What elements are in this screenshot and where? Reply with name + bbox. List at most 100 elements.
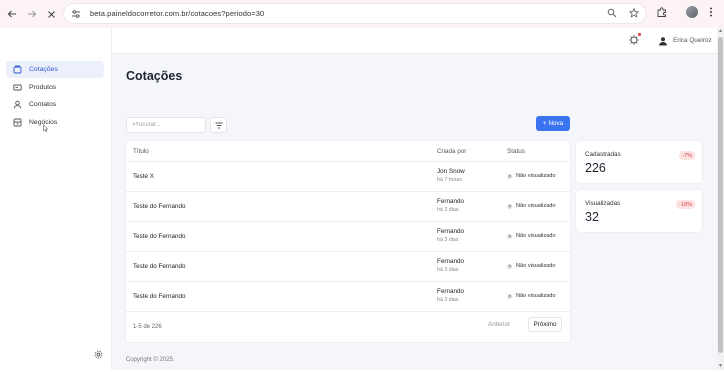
stat-card-cadastradas: Cadastradas 226 -7% (576, 141, 702, 183)
created-time: há 3 dias (437, 237, 459, 243)
stat-change-badge: -7% (679, 151, 695, 160)
scroll-up-icon[interactable]: ▲ (718, 29, 723, 34)
address-bar[interactable]: beta.paineldocorretor.com.br/cotacoes?pe… (64, 4, 646, 23)
quotes-icon (13, 65, 22, 74)
stat-card-visualizadas: Visualizadas 32 -18% (576, 190, 702, 232)
creator-name: Fernando (437, 258, 464, 265)
filter-button[interactable] (210, 117, 227, 133)
user-icon (657, 35, 668, 46)
row-title: Teste X (133, 173, 154, 180)
status-badge: Não visualizado (507, 233, 556, 239)
page-scrollbar[interactable]: ▲ ▼ (717, 28, 724, 370)
quotes-table: Título Criada por Status Teste X Jon Sno… (126, 141, 570, 342)
user-name: Erica Queiroz (673, 37, 712, 44)
stat-label: Visualizadas (585, 200, 621, 207)
column-header-title[interactable]: Título (133, 148, 149, 155)
sidebar-item-produtos[interactable]: Produtos (6, 79, 104, 96)
browser-menu-button[interactable] (708, 6, 714, 18)
sidebar-item-label: Produtos (29, 83, 57, 91)
status-label: Não visualizado (516, 173, 556, 179)
next-page-button[interactable]: Próximo (528, 317, 562, 332)
extensions-button[interactable] (656, 6, 668, 18)
browser-toolbar: beta.paineldocorretor.com.br/cotacoes?pe… (0, 0, 724, 28)
sidebar-item-cotacoes[interactable]: Cotações (6, 61, 104, 78)
status-label: Não visualizado (516, 233, 556, 239)
created-time: há 3 dias (437, 267, 459, 273)
sidebar-item-negocios[interactable]: Negócios (6, 114, 104, 131)
stop-button[interactable] (44, 7, 58, 21)
sidebar-item-label: Contatos (29, 101, 57, 108)
stat-label: Cadastradas (585, 151, 621, 158)
topbar: Erica Queiroz (112, 28, 717, 54)
status-badge: Não visualizado (507, 293, 556, 299)
contacts-icon (13, 100, 22, 109)
plus-icon: + (542, 120, 547, 127)
table-row[interactable]: Teste do Fernando Fernando há 3 dias Não… (126, 282, 570, 312)
scroll-down-icon[interactable]: ▼ (718, 364, 723, 369)
status-badge: Não visualizado (507, 173, 556, 179)
table-row[interactable]: Teste do Fernando Fernando há 3 dias Não… (126, 252, 570, 282)
zoom-icon[interactable] (606, 7, 618, 19)
forward-button[interactable] (25, 7, 39, 21)
table-row[interactable]: Teste do Fernando Fernando há 3 dias Não… (126, 192, 570, 222)
row-title: Teste do Fernando (133, 293, 186, 300)
mouse-cursor-icon (43, 124, 48, 132)
sidebar-item-label: Cotações (29, 66, 58, 73)
table-row[interactable]: Teste X Jon Snow há 7 horas Não visualiz… (126, 162, 570, 192)
sidebar-menu: Cotações Produtos Contatos Negócios (6, 61, 104, 131)
arrow-right-icon (28, 10, 37, 18)
deals-icon (13, 118, 22, 127)
status-label: Não visualizado (516, 293, 556, 299)
column-header-status[interactable]: Status (507, 148, 525, 155)
user-menu[interactable]: Erica Queiroz (657, 35, 712, 46)
stat-change-badge: -18% (676, 200, 695, 209)
new-button-label: Nova (548, 120, 564, 127)
products-icon (13, 83, 22, 92)
table-row[interactable]: Teste do Fernando Fernando há 3 dias Não… (126, 222, 570, 252)
created-time: há 7 horas (437, 177, 463, 183)
creator-name: Fernando (437, 288, 464, 295)
more-vert-icon (710, 7, 712, 17)
search-input[interactable] (126, 117, 206, 133)
sidebar-item-contatos[interactable]: Contatos (6, 96, 104, 113)
stat-value: 32 (585, 210, 599, 224)
column-header-created-by[interactable]: Criada por (437, 148, 466, 155)
status-dot-icon (507, 233, 512, 239)
arrow-left-icon (7, 10, 16, 18)
notification-dot (638, 33, 641, 36)
row-creator: Jon Snow há 7 horas (437, 168, 465, 183)
profile-avatar (686, 6, 698, 18)
row-creator: Fernando há 3 dias (437, 228, 464, 243)
status-badge: Não visualizado (507, 203, 556, 209)
row-title: Teste do Fernando (133, 233, 186, 240)
row-creator: Fernando há 3 dias (437, 258, 464, 273)
settings-gear-icon[interactable] (94, 350, 103, 359)
status-dot-icon (507, 263, 512, 269)
scroll-thumb[interactable] (718, 37, 723, 353)
created-time: há 3 dias (437, 207, 459, 213)
row-title: Teste do Fernando (133, 263, 186, 270)
creator-name: Fernando (437, 198, 464, 205)
notifications-button[interactable] (628, 33, 641, 46)
main-content: Erica Queiroz Cotações + Nova Título Cri… (112, 28, 717, 370)
status-label: Não visualizado (516, 263, 556, 269)
created-time: há 3 dias (437, 297, 459, 303)
filter-icon (215, 122, 222, 128)
stat-value: 226 (585, 161, 606, 175)
previous-page-button[interactable]: Anterior (488, 321, 510, 328)
site-settings-icon[interactable] (70, 8, 82, 20)
new-quote-button[interactable]: + Nova (536, 116, 570, 131)
creator-name: Fernando (437, 228, 464, 235)
row-title: Teste do Fernando (133, 203, 186, 210)
puzzle-icon (657, 7, 666, 17)
url-text[interactable]: beta.paineldocorretor.com.br/cotacoes?pe… (90, 9, 264, 18)
status-dot-icon (507, 203, 512, 209)
status-label: Não visualizado (516, 203, 556, 209)
bookmark-star-icon[interactable] (628, 7, 640, 19)
profile-button[interactable] (686, 6, 698, 18)
status-dot-icon (507, 173, 512, 179)
back-button[interactable] (5, 7, 19, 21)
status-badge: Não visualizado (507, 263, 556, 269)
close-icon (47, 10, 55, 18)
status-dot-icon (507, 293, 512, 299)
